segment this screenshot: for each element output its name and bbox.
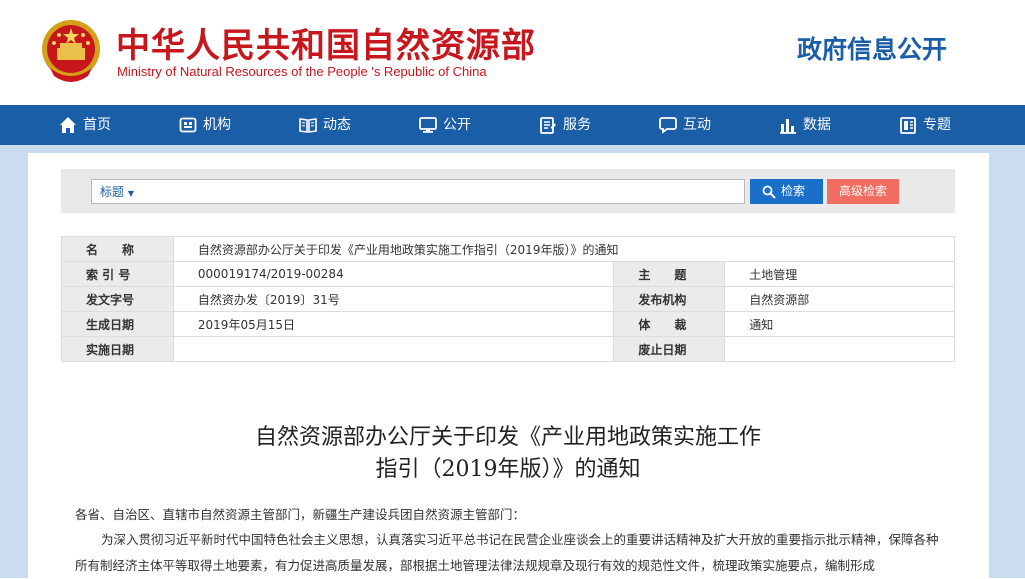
nav-label: 首页 <box>83 105 111 145</box>
table-row: 实施日期 废止日期 <box>62 337 955 362</box>
search-icon <box>762 185 776 199</box>
doc-no-value: 自然资办发〔2019〕31号 <box>173 287 613 312</box>
nav-label: 动态 <box>323 105 351 145</box>
genre-label: 体 裁 <box>614 312 725 337</box>
doc-no-label: 发文字号 <box>62 287 174 312</box>
chat-icon <box>659 116 677 134</box>
bar-chart-icon <box>779 116 797 134</box>
search-button-label: 检索 <box>781 179 805 204</box>
nav-label: 公开 <box>443 105 471 145</box>
topic-icon <box>899 116 917 134</box>
site-name-cn: 中华人民共和国自然资源部 <box>116 18 536 67</box>
subject-value: 土地管理 <box>725 262 955 287</box>
date-label: 生成日期 <box>62 312 174 337</box>
national-emblem-icon[interactable] <box>40 18 102 86</box>
site-name-en: Ministry of Natural Resources of the Peo… <box>117 64 487 79</box>
document-info-table: 名 称 自然资源部办公厅关于印发《产业用地政策实施工作指引（2019年版）》的通… <box>61 236 955 362</box>
article-salutation: 各省、自治区、直辖市自然资源主管部门，新疆生产建设兵团自然资源主管部门： <box>75 504 525 523</box>
news-icon <box>299 116 317 134</box>
article-paragraph: 为深入贯彻习近平新时代中国特色社会主义思想，认真落实习近平总书记在民营企业座谈会… <box>75 527 943 579</box>
table-row: 发文字号 自然资办发〔2019〕31号 发布机构 自然资源部 <box>62 287 955 312</box>
nav-label: 机构 <box>203 105 231 145</box>
expiry-value <box>725 337 955 362</box>
site-header: 中华人民共和国自然资源部 Ministry of Natural Resourc… <box>0 0 1025 105</box>
date-value: 2019年05月15日 <box>173 312 613 337</box>
nav-label: 专题 <box>923 105 951 145</box>
index-value: 000019174/2019-00284 <box>173 262 613 287</box>
nav-label: 数据 <box>803 105 831 145</box>
table-row: 生成日期 2019年05月15日 体 裁 通知 <box>62 312 955 337</box>
article-title-line-2: 指引（2019年版）》的通知 <box>100 454 916 486</box>
table-row: 名 称 自然资源部办公厅关于印发《产业用地政策实施工作指引（2019年版）》的通… <box>62 237 955 262</box>
nav-label: 互动 <box>683 105 711 145</box>
monitor-icon <box>419 116 437 134</box>
effective-value <box>173 337 613 362</box>
subject-label: 主 题 <box>614 262 725 287</box>
service-icon <box>539 116 557 134</box>
search-type-dropdown[interactable]: 标题 ▼ <box>100 183 134 200</box>
article-title-line-1: 自然资源部办公厅关于印发《产业用地政策实施工作 <box>100 422 916 454</box>
home-icon <box>59 116 77 134</box>
publisher-value: 自然资源部 <box>725 287 955 312</box>
publisher-label: 发布机构 <box>614 287 725 312</box>
section-title: 政府信息公开 <box>797 30 947 66</box>
index-label: 索 引 号 <box>62 262 174 287</box>
org-icon <box>179 116 197 134</box>
nav-label: 服务 <box>563 105 591 145</box>
expiry-label: 废止日期 <box>614 337 725 362</box>
chevron-down-icon: ▼ <box>128 189 134 198</box>
search-input[interactable]: 标题 ▼ <box>91 179 745 204</box>
name-label: 名 称 <box>62 237 174 262</box>
search-type-label: 标题 <box>100 185 124 199</box>
article-title: 自然资源部办公厅关于印发《产业用地政策实施工作 指引（2019年版）》的通知 <box>100 422 916 486</box>
advanced-search-button[interactable]: 高级检索 <box>827 179 899 204</box>
table-row: 索 引 号 000019174/2019-00284 主 题 土地管理 <box>62 262 955 287</box>
search-button[interactable]: 检索 <box>750 179 823 204</box>
genre-value: 通知 <box>725 312 955 337</box>
name-value: 自然资源部办公厅关于印发《产业用地政策实施工作指引（2019年版）》的通知 <box>173 237 954 262</box>
effective-label: 实施日期 <box>62 337 174 362</box>
main-nav: 首页 机构 动态 公开 服务 互动 数据 专题 <box>0 105 1025 145</box>
